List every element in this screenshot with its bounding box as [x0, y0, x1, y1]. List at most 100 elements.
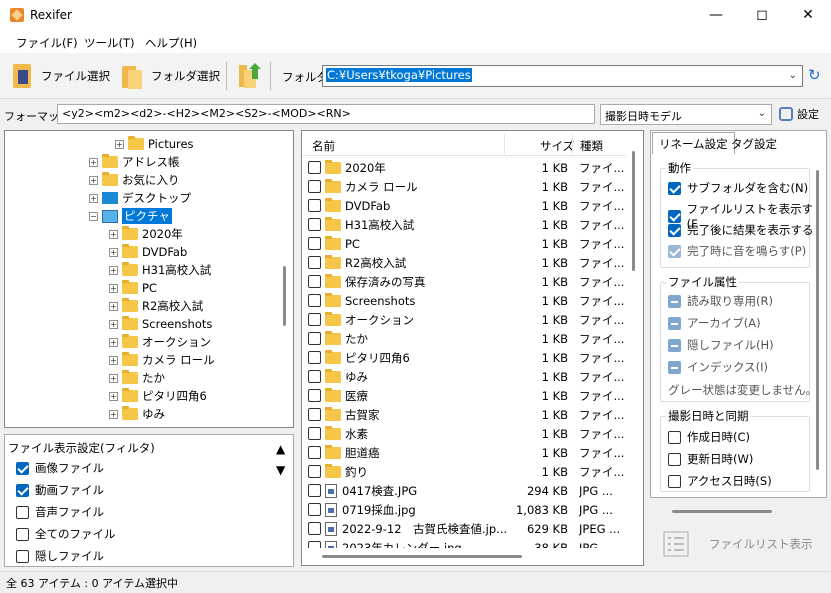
checkbox-box[interactable]	[16, 549, 29, 563]
expand-down-icon[interactable]: ▼	[276, 463, 285, 477]
column-type[interactable]: 種類	[580, 138, 603, 154]
chevron-down-icon[interactable]: ⌄	[789, 70, 797, 81]
filter-checkbox[interactable]: 全てのファイル	[16, 526, 116, 542]
row-checkbox[interactable]	[308, 522, 321, 535]
settings-checkbox[interactable]: アクセス日時(S)	[668, 473, 772, 489]
row-checkbox[interactable]	[308, 484, 321, 497]
file-list-view-button[interactable]: ファイルリスト表示	[655, 522, 825, 566]
checkbox-box[interactable]	[16, 505, 29, 519]
tree-item[interactable]: + PC	[109, 279, 157, 297]
tree-scrollbar[interactable]	[277, 131, 293, 427]
table-row[interactable]: ピタリ四角6 1 KB ファイ...	[302, 348, 624, 367]
maximize-button[interactable]: ◻	[739, 0, 785, 31]
file-list-hscrollbar[interactable]	[302, 548, 643, 565]
row-checkbox[interactable]	[308, 199, 321, 212]
tree-item[interactable]: + ゆみ	[109, 405, 165, 423]
row-checkbox[interactable]	[308, 370, 321, 383]
row-checkbox[interactable]	[308, 446, 321, 459]
menu-tools[interactable]: ツール(T)	[84, 35, 135, 51]
expand-icon[interactable]: +	[109, 391, 118, 401]
menu-help[interactable]: ヘルプ(H)	[145, 35, 197, 51]
file-list-vscrollbar-thumb[interactable]	[632, 151, 635, 271]
folder-path-combobox[interactable]: C:¥Users¥tkoga¥Pictures ⌄	[322, 65, 803, 87]
column-size[interactable]: サイズ	[540, 138, 574, 154]
table-row[interactable]: ゆみ 1 KB ファイ...	[302, 367, 624, 386]
table-row[interactable]: 古賀家 1 KB ファイ...	[302, 405, 624, 424]
close-button[interactable]: ✕	[785, 0, 831, 31]
filter-checkbox[interactable]: 隠しファイル	[16, 548, 104, 564]
expand-icon[interactable]: +	[109, 265, 118, 275]
chevron-down-icon[interactable]: ⌄	[758, 108, 766, 119]
checkbox-box[interactable]	[668, 338, 681, 352]
filter-checkbox[interactable]: 画像ファイル	[16, 460, 104, 476]
checkbox-box[interactable]	[668, 294, 681, 308]
table-row[interactable]: 胆道癌 1 KB ファイ...	[302, 443, 624, 462]
row-checkbox[interactable]	[308, 161, 321, 174]
tree-item[interactable]: − ピクチャ	[89, 207, 172, 225]
tree-item[interactable]: + DVDFab	[109, 243, 187, 261]
tree-item[interactable]: + H31高校入試	[109, 261, 211, 279]
checkbox-box[interactable]	[16, 461, 29, 475]
table-row[interactable]: H31高校入試 1 KB ファイ...	[302, 215, 624, 234]
format-input[interactable]: <y2><m2><d2>-<H2><M2><S2>-<MOD><RN>	[57, 104, 595, 124]
table-row[interactable]: Screenshots 1 KB ファイ...	[302, 291, 624, 310]
file-list-vscrollbar[interactable]	[626, 131, 642, 548]
folder-select-button[interactable]: フォルダ選択	[120, 58, 220, 94]
expand-icon[interactable]: +	[109, 337, 118, 347]
row-checkbox[interactable]	[308, 294, 321, 307]
tree-item[interactable]: +2020年	[109, 225, 183, 243]
table-row[interactable]: DVDFab 1 KB ファイ...	[302, 196, 624, 215]
tab-tag-settings[interactable]: タグ設定	[725, 133, 783, 155]
tree-item[interactable]: + Screenshots	[109, 315, 212, 333]
table-row[interactable]: 医療 1 KB ファイ...	[302, 386, 624, 405]
row-checkbox[interactable]	[308, 180, 321, 193]
table-row[interactable]: 水素 1 KB ファイ...	[302, 424, 624, 443]
file-select-button[interactable]: ファイル選択	[10, 58, 110, 94]
checkbox-box[interactable]	[668, 316, 681, 330]
row-checkbox[interactable]	[308, 408, 321, 421]
tab-rename-settings[interactable]: リネーム設定	[652, 132, 735, 154]
row-checkbox[interactable]	[308, 313, 321, 326]
expand-icon[interactable]: +	[115, 139, 124, 149]
row-checkbox[interactable]	[308, 503, 321, 516]
settings-button[interactable]: 設定	[779, 106, 819, 122]
checkbox-box[interactable]	[668, 181, 681, 195]
tree-scrollbar-thumb[interactable]	[283, 266, 286, 326]
checkbox-box[interactable]	[668, 223, 681, 237]
settings-checkbox[interactable]: アーカイブ(A)	[668, 315, 761, 331]
expand-icon[interactable]: +	[109, 229, 118, 239]
tree-item[interactable]: + Pictures	[115, 135, 194, 153]
settings-checkbox[interactable]: 完了時に音を鳴らす(P)	[668, 243, 806, 259]
menu-file[interactable]: ファイル(F)	[16, 35, 78, 51]
filter-checkbox[interactable]: 音声ファイル	[16, 504, 104, 520]
settings-checkbox[interactable]: サブフォルダを含む(N)	[668, 180, 808, 196]
filter-checkbox[interactable]: 動画ファイル	[16, 482, 104, 498]
row-checkbox[interactable]	[308, 275, 321, 288]
row-checkbox[interactable]	[308, 332, 321, 345]
tree-item[interactable]: + R2高校入試	[109, 297, 203, 315]
expand-icon[interactable]: +	[109, 409, 118, 419]
tree-item[interactable]: + アドレス帳	[89, 153, 180, 171]
expand-icon[interactable]: +	[89, 175, 98, 185]
row-checkbox[interactable]	[308, 218, 321, 231]
tree-item[interactable]: + たか	[109, 369, 165, 387]
settings-checkbox[interactable]: 完了後に結果を表示する	[668, 222, 814, 238]
settings-vscrollbar-thumb[interactable]	[816, 170, 819, 470]
checkbox-box[interactable]	[668, 360, 681, 374]
settings-vscrollbar[interactable]	[812, 160, 824, 496]
collapse-icon[interactable]: −	[89, 211, 98, 221]
row-checkbox[interactable]	[308, 427, 321, 440]
settings-checkbox[interactable]: インデックス(I)	[668, 359, 768, 375]
expand-icon[interactable]: +	[89, 193, 98, 203]
table-row[interactable]: PC 1 KB ファイ...	[302, 234, 624, 253]
expand-icon[interactable]: +	[89, 157, 98, 167]
row-checkbox[interactable]	[308, 351, 321, 364]
tree-item[interactable]: + ピタリ四角6	[109, 387, 207, 405]
expand-icon[interactable]: +	[109, 355, 118, 365]
folder-path-value[interactable]: C:¥Users¥tkoga¥Pictures	[326, 68, 472, 82]
table-row[interactable]: 2022-9-12 古賀氏検査値.jp... 629 KB JPEG ...	[302, 519, 624, 538]
table-row[interactable]: 保存済みの写真 1 KB ファイ...	[302, 272, 624, 291]
checkbox-box[interactable]	[668, 452, 681, 466]
row-checkbox[interactable]	[308, 256, 321, 269]
column-name[interactable]: 名前	[312, 138, 335, 154]
